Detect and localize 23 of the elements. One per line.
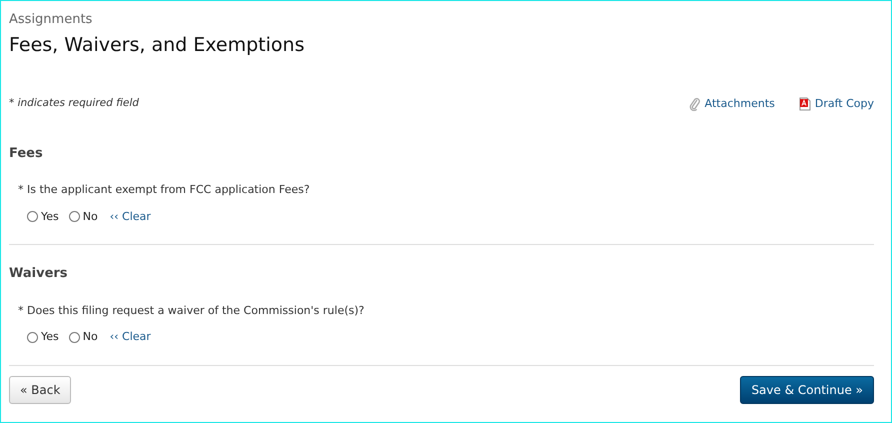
question-label: * Does this filing request a waiver of the Commission's rule(s)? bbox=[17, 302, 366, 318]
radio-button[interactable] bbox=[68, 211, 80, 222]
option-label: Yes bbox=[41, 329, 59, 345]
clear-link[interactable]: ‹‹ Clear bbox=[110, 329, 151, 346]
radio-button[interactable] bbox=[27, 211, 38, 222]
question-label: * Is the applicant exempt from FCC application Fees? bbox=[17, 182, 311, 198]
radio-button[interactable] bbox=[27, 332, 38, 343]
section-heading: Waivers bbox=[9, 265, 69, 283]
clear-link[interactable]: ‹‹ Clear bbox=[110, 208, 151, 225]
option-label: Yes bbox=[41, 208, 59, 224]
option-label: No bbox=[82, 208, 98, 224]
back-button[interactable]: « Back bbox=[9, 376, 72, 404]
required-note: * indicates required field bbox=[9, 96, 139, 112]
section-heading: Fees bbox=[9, 144, 44, 162]
option-label: No bbox=[82, 329, 98, 345]
paperclip-icon bbox=[688, 97, 701, 112]
page-title: Fees, Waivers, and Exemptions bbox=[9, 32, 306, 58]
toolbar-link[interactable]: Draft Copy bbox=[814, 96, 874, 112]
save-continue-button[interactable]: Save & Continue » bbox=[740, 376, 874, 404]
pdf-file-icon bbox=[798, 97, 811, 112]
toolbar-link[interactable]: Attachments bbox=[704, 96, 775, 112]
radio-button[interactable] bbox=[68, 332, 80, 343]
breadcrumb: Assignments bbox=[9, 11, 94, 29]
